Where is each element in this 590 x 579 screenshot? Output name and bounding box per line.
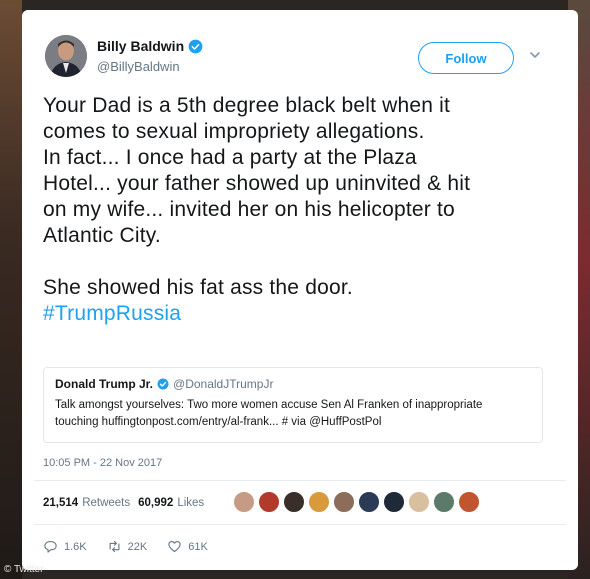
liker-avatar[interactable]	[283, 491, 305, 513]
liker-avatars	[233, 491, 483, 513]
retweet-icon	[109, 540, 120, 553]
retweets-count[interactable]: 21,514	[43, 497, 78, 509]
engagement-stats: 21,514 Retweets 60,992 Likes	[43, 497, 212, 509]
author-name-row: Billy Baldwin	[97, 38, 203, 54]
quoted-author-handle: @DonaldJTrumpJr	[173, 377, 274, 391]
hashtag-link[interactable]: #TrumpRussia	[43, 301, 563, 327]
liker-avatar[interactable]	[458, 491, 480, 513]
quoted-tweet-header: Donald Trump Jr. @DonaldJTrumpJr	[55, 377, 531, 391]
liker-avatar[interactable]	[358, 491, 380, 513]
retweet-button[interactable]: 22K	[107, 539, 148, 554]
likes-label[interactable]: Likes	[177, 497, 204, 509]
follow-button[interactable]: Follow	[418, 42, 514, 74]
divider	[34, 480, 566, 481]
quoted-tweet-line: Talk amongst yourselves: Two more women …	[55, 399, 483, 411]
verified-badge-icon	[188, 39, 203, 53]
likes-count[interactable]: 60,992	[138, 497, 173, 509]
quoted-tweet-text: Talk amongst yourselves: Two more women …	[55, 397, 531, 431]
avatar[interactable]	[45, 35, 87, 77]
heart-icon	[168, 540, 181, 553]
author-handle[interactable]: @BillyBaldwin	[97, 59, 180, 74]
liker-avatar[interactable]	[333, 491, 355, 513]
reply-button[interactable]: 1.6K	[43, 539, 87, 554]
retweet-count: 22K	[127, 540, 148, 553]
reply-icon	[44, 540, 57, 553]
tweet-line: Hotel... your father showed up uninvited…	[43, 172, 471, 195]
chevron-down-icon[interactable]	[528, 48, 542, 62]
author-name[interactable]: Billy Baldwin	[97, 38, 184, 54]
divider	[34, 524, 566, 525]
verified-badge-icon	[157, 378, 169, 390]
action-bar: 1.6K 22K 61K	[43, 539, 228, 554]
liker-avatar[interactable]	[233, 491, 255, 513]
like-count: 61K	[188, 540, 208, 553]
liker-avatar[interactable]	[433, 491, 455, 513]
quoted-tweet[interactable]: Donald Trump Jr. @DonaldJTrumpJr Talk am…	[43, 367, 543, 443]
avatar-photo	[45, 35, 87, 77]
watermark: © Twitter	[4, 564, 44, 575]
tweet-line: Your Dad is a 5th degree black belt when…	[43, 94, 451, 117]
liker-avatar[interactable]	[383, 491, 405, 513]
tweet-card: Billy Baldwin @BillyBaldwin Follow Your …	[22, 10, 578, 570]
tweet-line: Atlantic City.	[43, 224, 161, 247]
background-left	[0, 0, 22, 579]
like-button[interactable]: 61K	[167, 539, 208, 554]
tweet-line: She showed his fat ass the door.	[43, 276, 353, 299]
retweets-label[interactable]: Retweets	[82, 497, 130, 509]
tweet-text: Your Dad is a 5th degree black belt when…	[43, 93, 563, 327]
tweet-line: comes to sexual impropriety allegations.	[43, 120, 425, 143]
liker-avatar[interactable]	[258, 491, 280, 513]
tweet-timestamp[interactable]: 10:05 PM - 22 Nov 2017	[43, 457, 162, 469]
quoted-tweet-line: touching huffingtonpost.com/entry/al-fra…	[55, 416, 382, 428]
tweet-line: on my wife... invited her on his helicop…	[43, 198, 455, 221]
reply-count: 1.6K	[64, 540, 87, 553]
liker-avatar[interactable]	[408, 491, 430, 513]
liker-avatar[interactable]	[308, 491, 330, 513]
tweet-line: In fact... I once had a party at the Pla…	[43, 146, 417, 169]
quoted-author-name: Donald Trump Jr.	[55, 377, 154, 391]
